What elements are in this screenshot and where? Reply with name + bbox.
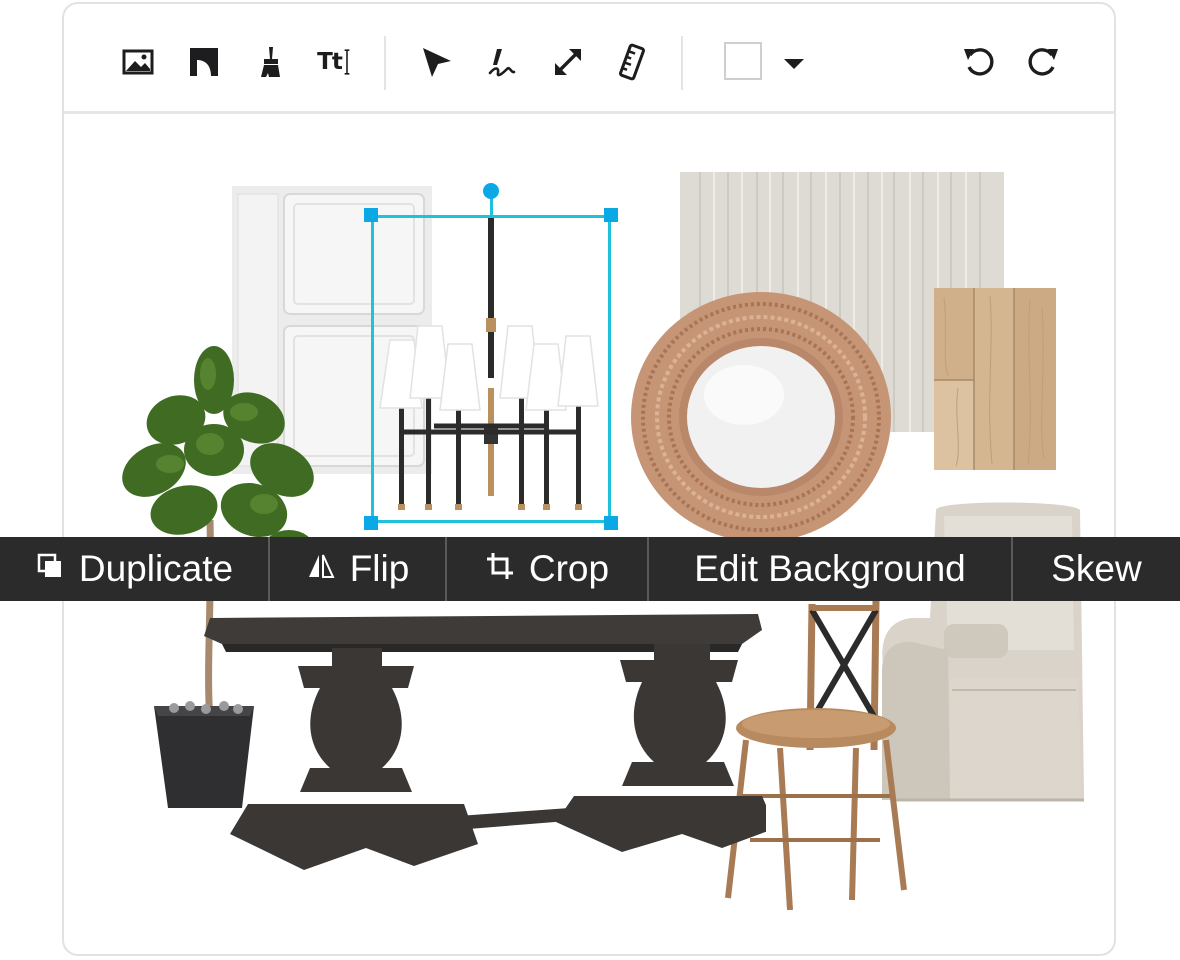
skew-button[interactable]: Skew: [1013, 537, 1180, 601]
skew-label: Skew: [1051, 548, 1142, 589]
resize-icon[interactable]: [546, 40, 590, 84]
crop-icon: [485, 548, 515, 590]
moodboard-editor: Tt: [62, 2, 1116, 956]
edit-background-button[interactable]: Edit Background: [649, 537, 1013, 601]
ruler-icon[interactable]: [610, 40, 654, 84]
resize-handle-bottom-left[interactable]: [364, 516, 378, 530]
flip-icon: [306, 548, 336, 590]
duplicate-button[interactable]: Duplicate: [0, 537, 270, 601]
resize-handle-top-right[interactable]: [604, 208, 618, 222]
editor-toolbar: Tt: [64, 4, 1114, 114]
resize-handle-top-left[interactable]: [364, 208, 378, 222]
text-icon[interactable]: Tt: [312, 40, 356, 84]
moodboard-canvas[interactable]: [64, 114, 1114, 954]
redo-icon[interactable]: [1021, 40, 1065, 84]
image-icon[interactable]: [116, 40, 160, 84]
duplicate-label: Duplicate: [78, 548, 234, 589]
rotate-handle[interactable]: [483, 183, 499, 199]
flip-label: Flip: [349, 548, 410, 589]
edit-background-label: Edit Background: [694, 548, 966, 589]
brush-icon[interactable]: [246, 40, 290, 84]
duplicate-icon: [35, 548, 65, 590]
selection-box: [371, 215, 611, 523]
round-mirror[interactable]: [629, 290, 893, 544]
context-action-bar: Duplicate Flip Crop Edit Background Skew: [0, 537, 1180, 601]
dining-table[interactable]: [202, 608, 766, 890]
fill-color-swatch[interactable]: [724, 42, 762, 80]
undo-icon[interactable]: [957, 40, 1001, 84]
shape-icon[interactable]: [182, 40, 226, 84]
toolbar-divider: [681, 36, 683, 90]
flip-button[interactable]: Flip: [270, 537, 447, 601]
toolbar-divider: [384, 36, 386, 90]
wood-floor-sample[interactable]: [934, 288, 1056, 470]
draw-icon[interactable]: [480, 40, 524, 84]
crop-label: Crop: [528, 548, 610, 589]
pointer-icon[interactable]: [414, 40, 458, 84]
resize-handle-bottom-right[interactable]: [604, 516, 618, 530]
crop-button[interactable]: Crop: [447, 537, 649, 601]
chevron-down-icon[interactable]: [782, 56, 806, 72]
